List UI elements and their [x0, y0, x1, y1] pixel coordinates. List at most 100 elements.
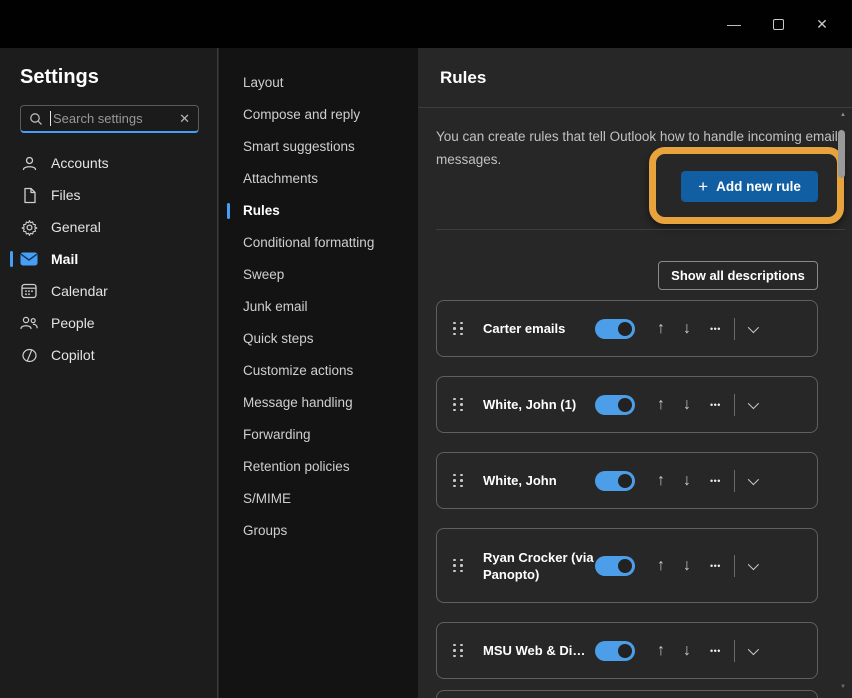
- divider: [734, 640, 735, 662]
- move-up-icon[interactable]: ↑: [657, 643, 665, 659]
- chevron-down-icon[interactable]: [748, 321, 759, 332]
- rule-name: Carter emails: [483, 320, 595, 337]
- drag-handle-icon[interactable]: [452, 559, 464, 573]
- rules-panel-header: Rules: [418, 48, 852, 108]
- search-settings-box[interactable]: ✕: [20, 105, 199, 133]
- sidebar-item-copilot[interactable]: Copilot: [20, 339, 197, 371]
- rule-row: Carter emails ↑ ↓ •••: [436, 300, 818, 357]
- clear-search-icon[interactable]: ✕: [179, 111, 190, 127]
- divider: [734, 470, 735, 492]
- calendar-icon: [20, 282, 38, 300]
- sidebar-item-label: Calendar: [51, 283, 108, 299]
- divider: [734, 318, 735, 340]
- rule-row: Ryan Crocker (via Panopto) ↑ ↓ •••: [436, 528, 818, 603]
- divider: [436, 229, 845, 230]
- more-options-icon[interactable]: •••: [710, 476, 721, 486]
- rule-row-partial: [436, 690, 818, 698]
- plus-icon: +: [698, 178, 708, 195]
- maximize-button[interactable]: [756, 7, 800, 41]
- gear-icon: [20, 218, 38, 236]
- move-down-icon[interactable]: ↓: [683, 321, 691, 337]
- add-new-rule-button[interactable]: + Add new rule: [681, 171, 818, 202]
- rule-toggle[interactable]: [595, 471, 635, 491]
- move-up-icon[interactable]: ↑: [657, 397, 665, 413]
- minimize-icon: —: [727, 16, 741, 32]
- people-icon: [20, 314, 38, 332]
- sidebar-item-accounts[interactable]: Accounts: [20, 147, 197, 179]
- window-titlebar: — ✕: [0, 0, 852, 48]
- rule-row: White, John ↑ ↓ •••: [436, 452, 818, 509]
- close-icon: ✕: [816, 16, 828, 33]
- settings-title: Settings: [20, 66, 197, 89]
- chevron-down-icon[interactable]: [748, 397, 759, 408]
- nav-item-smime[interactable]: S/MIME: [243, 483, 418, 515]
- nav-item-quick-steps[interactable]: Quick steps: [243, 323, 418, 355]
- more-options-icon[interactable]: •••: [710, 561, 721, 571]
- file-icon: [20, 186, 38, 204]
- drag-handle-icon[interactable]: [452, 474, 464, 488]
- rule-row: MSU Web & Di… ↑ ↓ •••: [436, 622, 818, 679]
- rule-row: White, John (1) ↑ ↓ •••: [436, 376, 818, 433]
- move-up-icon[interactable]: ↑: [657, 558, 665, 574]
- search-icon: [29, 112, 43, 126]
- sidebar-item-mail[interactable]: Mail: [20, 243, 197, 275]
- sidebar-item-files[interactable]: Files: [20, 179, 197, 211]
- maximize-icon: [773, 19, 784, 30]
- drag-handle-icon[interactable]: [452, 398, 464, 412]
- show-all-descriptions-button[interactable]: Show all descriptions: [658, 261, 818, 290]
- sidebar-item-calendar[interactable]: Calendar: [20, 275, 197, 307]
- nav-item-conditional-formatting[interactable]: Conditional formatting: [243, 227, 418, 259]
- rule-name: MSU Web & Di…: [483, 642, 595, 659]
- close-button[interactable]: ✕: [800, 7, 844, 41]
- scroll-up-icon[interactable]: ▲: [839, 112, 847, 118]
- text-cursor: [50, 111, 51, 126]
- nav-item-rules[interactable]: Rules: [243, 195, 418, 227]
- chevron-down-icon[interactable]: [748, 473, 759, 484]
- drag-handle-icon[interactable]: [452, 322, 464, 336]
- sidebar-item-label: General: [51, 219, 101, 235]
- rule-name: White, John (1): [483, 396, 595, 413]
- add-new-rule-label: Add new rule: [716, 179, 801, 194]
- chevron-down-icon[interactable]: [748, 643, 759, 654]
- more-options-icon[interactable]: •••: [710, 400, 721, 410]
- more-options-icon[interactable]: •••: [710, 324, 721, 334]
- nav-item-junk-email[interactable]: Junk email: [243, 291, 418, 323]
- nav-item-layout[interactable]: Layout: [243, 67, 418, 99]
- move-up-icon[interactable]: ↑: [657, 321, 665, 337]
- move-down-icon[interactable]: ↓: [683, 558, 691, 574]
- rule-toggle[interactable]: [595, 395, 635, 415]
- rule-toggle[interactable]: [595, 556, 635, 576]
- chevron-down-icon[interactable]: [748, 558, 759, 569]
- scroll-down-icon[interactable]: ▼: [839, 684, 847, 690]
- sidebar-item-label: Mail: [51, 251, 78, 267]
- nav-item-smart-suggestions[interactable]: Smart suggestions: [243, 131, 418, 163]
- move-up-icon[interactable]: ↑: [657, 473, 665, 489]
- move-down-icon[interactable]: ↓: [683, 643, 691, 659]
- nav-item-forwarding[interactable]: Forwarding: [243, 419, 418, 451]
- more-options-icon[interactable]: •••: [710, 646, 721, 656]
- rule-toggle[interactable]: [595, 641, 635, 661]
- search-input[interactable]: [53, 111, 175, 126]
- minimize-button[interactable]: —: [712, 7, 756, 41]
- divider: [734, 555, 735, 577]
- sidebar-item-people[interactable]: People: [20, 307, 197, 339]
- rules-description: You can create rules that tell Outlook h…: [436, 125, 838, 171]
- rules-panel-content: You can create rules that tell Outlook h…: [418, 108, 852, 698]
- nav-item-attachments[interactable]: Attachments: [243, 163, 418, 195]
- nav-item-message-handling[interactable]: Message handling: [243, 387, 418, 419]
- move-down-icon[interactable]: ↓: [683, 397, 691, 413]
- sidebar-item-general[interactable]: General: [20, 211, 197, 243]
- nav-item-compose-and-reply[interactable]: Compose and reply: [243, 99, 418, 131]
- move-down-icon[interactable]: ↓: [683, 473, 691, 489]
- nav-item-retention-policies[interactable]: Retention policies: [243, 451, 418, 483]
- page-title: Rules: [440, 68, 486, 88]
- nav-item-groups[interactable]: Groups: [243, 515, 418, 547]
- settings-sidebar: Settings ✕ Accounts Files General: [0, 48, 218, 698]
- scrollbar-thumb[interactable]: [838, 130, 845, 178]
- nav-item-sweep[interactable]: Sweep: [243, 259, 418, 291]
- drag-handle-icon[interactable]: [452, 644, 464, 658]
- mail-icon: [20, 250, 38, 268]
- nav-item-customize-actions[interactable]: Customize actions: [243, 355, 418, 387]
- rules-panel: Rules You can create rules that tell Out…: [418, 48, 852, 698]
- rule-toggle[interactable]: [595, 319, 635, 339]
